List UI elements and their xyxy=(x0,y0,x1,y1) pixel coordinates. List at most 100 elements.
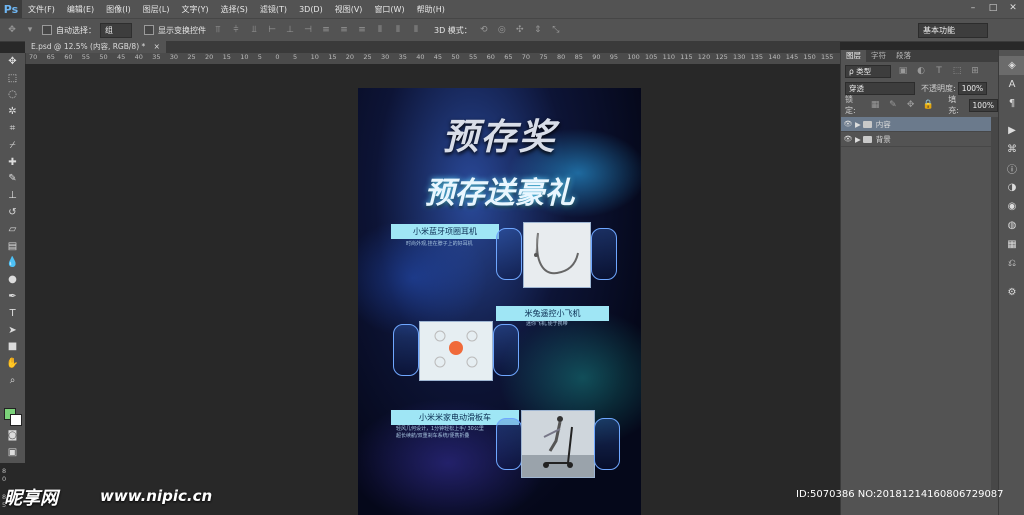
ruler-label: 35 xyxy=(398,53,407,61)
layers-scrollbar[interactable] xyxy=(991,117,998,497)
product-image-scooter xyxy=(521,410,595,478)
paragraph-dock-icon[interactable]: ¶ xyxy=(999,94,1024,113)
ruler-label: 35 xyxy=(152,53,161,61)
menu-select[interactable]: 选择(S) xyxy=(215,4,254,15)
menu-view[interactable]: 视图(V) xyxy=(329,4,369,15)
3d-rotate-icon[interactable]: ⟲ xyxy=(478,24,490,36)
expand-arrow-icon[interactable]: ▶ xyxy=(855,135,861,144)
info-dock-icon[interactable]: ⓘ xyxy=(999,159,1024,178)
distribute-hcenter-icon[interactable]: ⦀ xyxy=(392,24,404,36)
distribute-right-icon[interactable]: ⦀ xyxy=(410,24,422,36)
vruler-label: 8 xyxy=(2,467,7,475)
expand-arrow-icon[interactable]: ▶ xyxy=(855,120,861,129)
tab-layers[interactable]: 图层 xyxy=(841,50,866,62)
menu-type[interactable]: 文字(Y) xyxy=(175,4,214,15)
fill-input[interactable]: 100% xyxy=(968,98,998,112)
align-right-icon[interactable]: ⊣ xyxy=(302,24,314,36)
lock-transparent-icon[interactable]: ▦ xyxy=(869,99,881,111)
swatches-dock-icon[interactable]: ▦ xyxy=(999,235,1024,254)
canvas-area[interactable]: 预存奖 预存送豪礼 小米蓝牙项圈耳机 时尚外观,挂在脖子上的好耳机 米兔遥控小飞… xyxy=(25,64,840,515)
history-dock-icon[interactable]: ⎌ xyxy=(999,254,1024,273)
tab-character[interactable]: 字符 xyxy=(866,50,891,62)
minimize-button[interactable]: – xyxy=(966,2,980,14)
document-canvas[interactable]: 预存奖 预存送豪礼 小米蓝牙项圈耳机 时尚外观,挂在脖子上的好耳机 米兔遥控小飞… xyxy=(358,88,641,515)
scooter-icon xyxy=(522,416,594,477)
align-vcenter-icon[interactable]: ⫩ xyxy=(230,24,242,36)
filter-adjust-icon[interactable]: ◐ xyxy=(915,65,927,77)
show-transform-checkbox[interactable] xyxy=(144,25,154,35)
3d-pan-icon[interactable]: ✣ xyxy=(514,24,526,36)
visibility-eye-icon[interactable]: 👁 xyxy=(841,135,855,143)
blend-mode-dropdown[interactable]: 穿透 xyxy=(845,81,915,95)
lock-pixels-icon[interactable]: ✎ xyxy=(887,99,899,111)
vruler-label: 0 xyxy=(2,475,7,483)
menu-filter[interactable]: 滤镜(T) xyxy=(254,4,293,15)
align-top-icon[interactable]: ⫪ xyxy=(212,24,224,36)
lock-all-icon[interactable]: 🔒 xyxy=(923,99,935,111)
visibility-eye-icon[interactable]: 👁 xyxy=(841,120,855,128)
menu-layer[interactable]: 图层(L) xyxy=(137,4,176,15)
layer-row[interactable]: 👁 ▶ 背景 xyxy=(841,132,991,147)
distribute-vcenter-icon[interactable]: ≡ xyxy=(338,24,350,36)
ruler-label: 25 xyxy=(187,53,196,61)
character-dock-icon[interactable]: A xyxy=(999,75,1024,94)
settings-sliders-icon[interactable]: ⚙ xyxy=(999,283,1024,302)
layer-row[interactable]: 👁 ▶ 内容 xyxy=(841,117,991,132)
layers-dock-icon[interactable]: ◈ xyxy=(999,56,1024,75)
align-bottom-icon[interactable]: ⫫ xyxy=(248,24,260,36)
ruler-label: 105 xyxy=(645,53,658,61)
distribute-bottom-icon[interactable]: ≡ xyxy=(356,24,368,36)
workspace-dropdown[interactable]: 基本功能 xyxy=(918,23,988,38)
menu-file[interactable]: 文件(F) xyxy=(22,4,61,15)
layer-filter-dropdown[interactable]: ρ 类型 xyxy=(845,64,891,78)
menu-image[interactable]: 图像(I) xyxy=(100,4,137,15)
document-tab[interactable]: E.psd @ 12.5% (内容, RGB/8) * × xyxy=(25,41,166,53)
chevron-down-icon[interactable]: ▾ xyxy=(24,24,36,36)
align-hcenter-icon[interactable]: ⊥ xyxy=(284,24,296,36)
ruler-label: 120 xyxy=(697,53,711,61)
filter-shape-icon[interactable]: ⬚ xyxy=(951,65,963,77)
filter-pixel-icon[interactable]: ▣ xyxy=(897,65,909,77)
3d-roll-icon[interactable]: ◎ xyxy=(496,24,508,36)
options-bar: ✥ ▾ 自动选择： 组 显示变换控件 ⫪ ⫩ ⫫ ⊢ ⊥ ⊣ ≡ ≡ ≡ ⦀ ⦀… xyxy=(0,18,1024,42)
watermark-url: www.nipic.cn xyxy=(100,487,213,505)
lock-position-icon[interactable]: ✥ xyxy=(905,99,917,111)
layer-name: 背景 xyxy=(875,134,891,144)
menu-3d[interactable]: 3D(D) xyxy=(293,5,329,14)
move-tool-preset-icon[interactable]: ✥ xyxy=(6,24,18,36)
menu-edit[interactable]: 编辑(E) xyxy=(61,4,100,15)
tab-paragraph[interactable]: 段落 xyxy=(891,50,916,62)
3d-scale-icon[interactable]: ⤡ xyxy=(550,24,562,36)
auto-select-checkbox[interactable] xyxy=(42,25,52,35)
opacity-input[interactable]: 100% xyxy=(957,81,988,95)
product-image-earphones xyxy=(523,222,591,288)
ruler-label: 90 xyxy=(592,53,601,61)
close-tab-icon[interactable]: × xyxy=(154,42,160,51)
styles-dock-icon[interactable]: ◍ xyxy=(999,216,1024,235)
side-dock: ◈ A ¶ ▶ ⌘ ⓘ ◑ ◉ ◍ ▦ ⎌ ⚙ xyxy=(998,50,1024,515)
adjustments-dock-icon[interactable]: ◑ xyxy=(999,178,1024,197)
auto-select-dropdown[interactable]: 组 xyxy=(100,22,132,38)
product-label: 米兔遥控小飞机 xyxy=(496,306,609,321)
color-dock-icon[interactable]: ◉ xyxy=(999,197,1024,216)
play-actions-icon[interactable]: ▶ xyxy=(999,121,1024,140)
align-left-icon[interactable]: ⊢ xyxy=(266,24,278,36)
auto-select-option[interactable]: 自动选择： 组 xyxy=(42,22,132,38)
ruler-label: 30 xyxy=(169,53,179,61)
3d-slide-icon[interactable]: ⇕ xyxy=(532,24,544,36)
filter-type-icon[interactable]: T xyxy=(933,65,945,77)
maximize-button[interactable]: □ xyxy=(986,2,1000,14)
filter-smart-icon[interactable]: ⊞ xyxy=(969,65,981,77)
close-button[interactable]: ✕ xyxy=(1006,2,1020,14)
paths-dock-icon[interactable]: ⌘ xyxy=(999,140,1024,159)
ruler-label: 155 xyxy=(821,53,834,61)
product-desc: 轻风几何设计，1分钟轻松上手/ 30公里 xyxy=(396,426,484,432)
menu-window[interactable]: 窗口(W) xyxy=(368,4,410,15)
show-transform-option[interactable]: 显示变换控件 xyxy=(144,25,206,36)
menu-help[interactable]: 帮助(H) xyxy=(411,4,451,15)
distribute-top-icon[interactable]: ≡ xyxy=(320,24,332,36)
distribute-left-icon[interactable]: ⦀ xyxy=(374,24,386,36)
lock-label: 锁定: xyxy=(845,95,856,115)
folder-icon xyxy=(862,120,872,128)
ruler-label: 110 xyxy=(662,53,676,61)
